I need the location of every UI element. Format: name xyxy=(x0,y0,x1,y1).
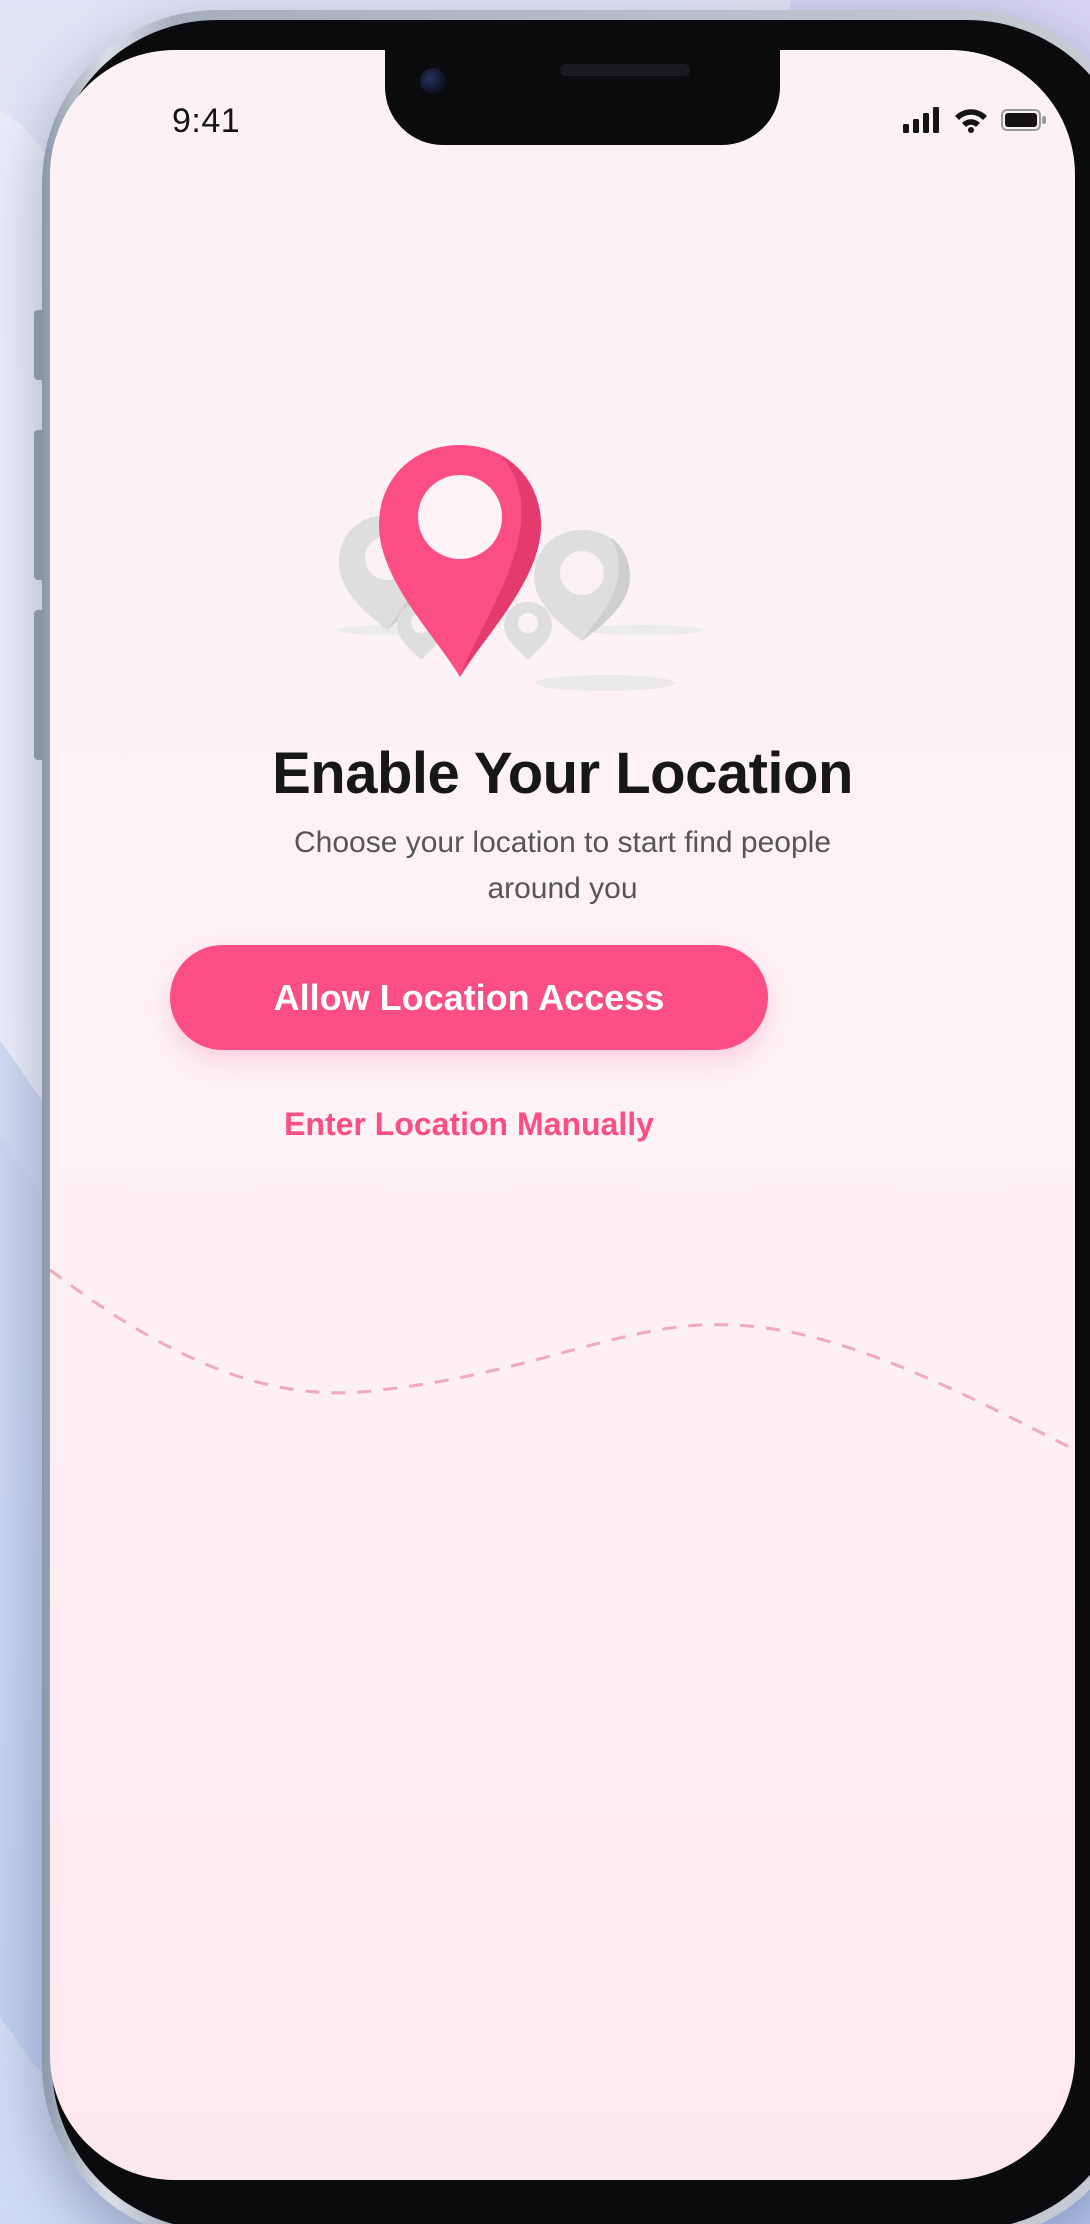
location-pins-illustration xyxy=(337,445,703,691)
enter-location-manually-link[interactable]: Enter Location Manually xyxy=(50,1105,888,1144)
dashed-wave-decoration xyxy=(50,1268,1075,1452)
battery-icon xyxy=(1001,109,1046,131)
cellular-signal-icon xyxy=(903,107,939,133)
wifi-icon xyxy=(955,109,987,133)
phone-mute-switch xyxy=(34,310,44,380)
inactive-pin-icon xyxy=(504,602,552,660)
front-camera xyxy=(420,68,446,94)
phone-volume-up-button xyxy=(34,430,44,580)
page-subtitle: Choose your location to start find peopl… xyxy=(294,826,831,905)
phone-volume-down-button xyxy=(34,610,44,760)
status-bar-time: 9:41 xyxy=(172,102,241,140)
page-title: Enable Your Location xyxy=(272,741,853,806)
earpiece-speaker xyxy=(560,64,690,76)
status-bar-icons xyxy=(903,102,1047,138)
phone-notch xyxy=(385,50,780,145)
app-screen: 9:41 Enable Your Location Choose your lo… xyxy=(50,50,1075,2180)
allow-location-access-button[interactable]: Allow Location Access xyxy=(170,945,768,1050)
